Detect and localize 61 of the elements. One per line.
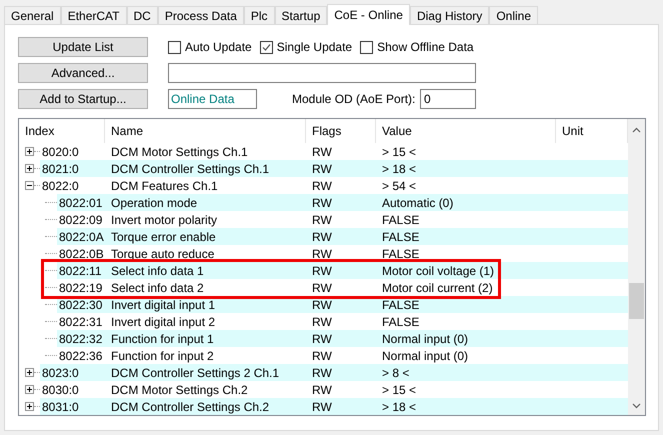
table-cell: RW [306, 194, 376, 211]
expand-icon[interactable] [25, 368, 34, 377]
expand-icon[interactable] [25, 385, 34, 394]
table-cell: Motor coil voltage (1) [376, 262, 556, 279]
table-cell: 8031:0 [40, 398, 105, 415]
table-cell: 8022:32 [57, 330, 105, 347]
expand-icon[interactable] [25, 147, 34, 156]
table-cell: > 18 < [376, 160, 556, 177]
tab[interactable]: Online [489, 6, 538, 24]
table-cell: RW [306, 228, 376, 245]
scroll-down-icon[interactable] [632, 403, 641, 409]
collapse-icon[interactable] [25, 181, 34, 190]
table-cell: > 18 < [376, 398, 556, 415]
table-cell: DCM Controller Settings 2 Ch.1 [105, 364, 306, 381]
tab[interactable]: EtherCAT [60, 6, 126, 24]
checkbox-label: Show Offline Data [377, 39, 474, 56]
field-label: Module OD (AoE Port): [292, 91, 416, 108]
scrollbar[interactable] [628, 119, 645, 415]
input-field[interactable] [168, 63, 476, 83]
tab[interactable]: Startup [274, 6, 328, 24]
table-cell: Torque error enable [105, 228, 306, 245]
checkbox-label: Auto Update [185, 39, 252, 56]
tab[interactable]: Process Data [158, 6, 244, 24]
table-cell: DCM Controller Settings Ch.2 [105, 398, 306, 415]
checkbox[interactable] [360, 40, 374, 54]
table-cell: DCM Controller Settings Ch.1 [105, 160, 306, 177]
table-cell: > 8 < [376, 364, 556, 381]
table-cell: RW [306, 364, 376, 381]
table-cell: 8023:0 [40, 364, 105, 381]
action-button[interactable]: Update List [18, 37, 148, 57]
port-field[interactable]: 0 [420, 89, 476, 109]
table-cell: RW [306, 262, 376, 279]
table-cell: 8021:0 [40, 160, 105, 177]
table-cell: RW [306, 330, 376, 347]
tab[interactable]: General [4, 6, 61, 24]
checkbox[interactable] [168, 40, 181, 54]
tab[interactable]: Diag History [410, 6, 490, 24]
checkbox[interactable] [260, 40, 273, 54]
checkmark-icon [262, 42, 271, 52]
scrollbar-thumb[interactable] [629, 283, 644, 319]
expand-icon[interactable] [25, 402, 34, 411]
table-cell: Select info data 1 [105, 262, 306, 279]
table-cell: Function for input 1 [105, 330, 306, 347]
table-cell: Operation mode [105, 194, 306, 211]
table-cell: RW [306, 398, 376, 415]
action-button[interactable]: Add to Startup... [18, 89, 148, 109]
expand-icon[interactable] [25, 164, 34, 173]
table-cell: 8022:0A [57, 228, 105, 245]
table-cell: 8022:11 [57, 262, 105, 279]
table-cell: 8022:01 [57, 194, 105, 211]
tab[interactable]: CoE - Online [327, 4, 410, 25]
table-cell: FALSE [376, 228, 556, 245]
tab[interactable]: Plc [244, 6, 275, 24]
status-field: Online Data [168, 89, 257, 109]
table-cell: Automatic (0) [376, 194, 556, 211]
tab[interactable]: DC [126, 6, 158, 24]
checkbox-label: Single Update [276, 39, 352, 56]
table-cell: Normal input (0) [376, 330, 556, 347]
scroll-up-icon[interactable] [632, 127, 641, 133]
action-button[interactable]: Advanced... [18, 63, 148, 83]
table-cell: RW [306, 160, 376, 177]
